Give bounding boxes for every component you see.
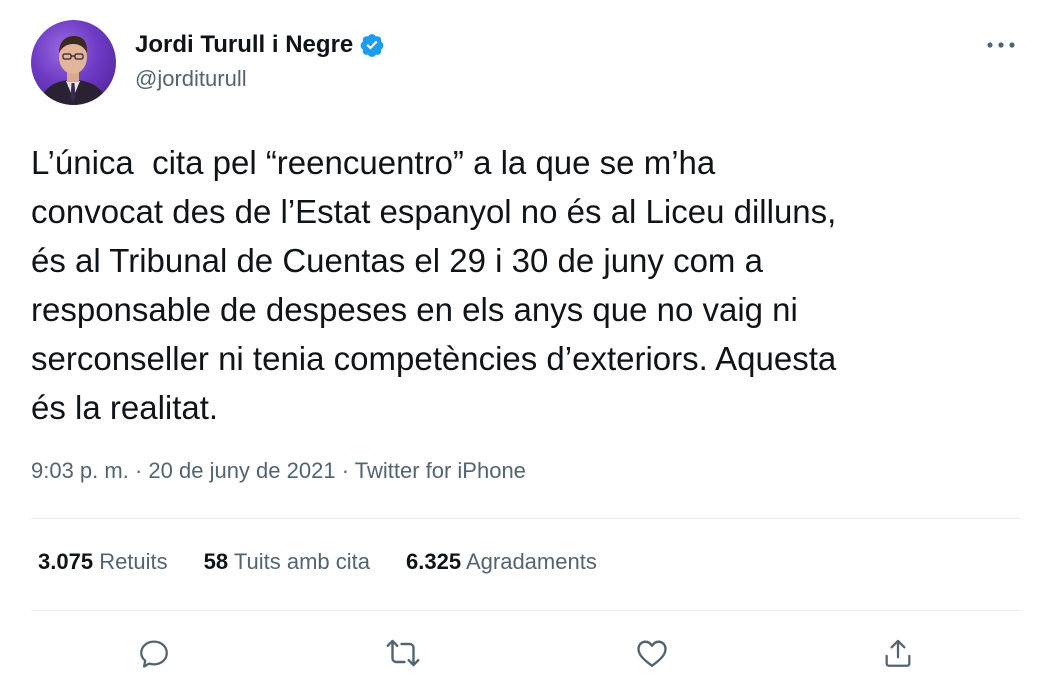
tweet-source[interactable]: Twitter for iPhone xyxy=(355,458,526,483)
share-icon[interactable] xyxy=(873,628,923,678)
tweet-header: Jordi Turull i Negre @jorditurull xyxy=(31,20,1021,106)
tweet-actions xyxy=(31,628,1021,678)
meta-separator: · xyxy=(335,458,355,483)
retweets-stat[interactable]: 3.075 Retuits xyxy=(38,549,168,575)
author-handle[interactable]: @jorditurull xyxy=(135,66,385,92)
display-name-row: Jordi Turull i Negre xyxy=(135,28,385,62)
likes-label: Agradaments xyxy=(465,549,597,574)
tweet-stats: 3.075 Retuits 58 Tuits amb cita 6.325 Ag… xyxy=(38,549,633,575)
likes-stat[interactable]: 6.325 Agradaments xyxy=(406,549,597,575)
meta-separator: · xyxy=(128,458,149,483)
divider xyxy=(31,518,1021,519)
avatar-portrait xyxy=(39,36,109,105)
quotes-count: 58 xyxy=(203,549,229,574)
retweets-count: 3.075 xyxy=(38,549,94,574)
likes-count: 6.325 xyxy=(406,549,462,574)
tweet-meta: 9:03 p. m. · 20 de juny de 2021 · Twitte… xyxy=(31,458,526,484)
like-icon[interactable] xyxy=(627,628,677,678)
retweet-icon[interactable] xyxy=(378,628,428,678)
quotes-stat[interactable]: 58 Tuits amb cita xyxy=(204,549,370,575)
divider xyxy=(31,610,1021,611)
avatar[interactable] xyxy=(31,20,116,105)
display-name[interactable]: Jordi Turull i Negre xyxy=(135,31,353,59)
quotes-label: Tuits amb cita xyxy=(233,549,370,574)
reply-icon[interactable] xyxy=(129,628,179,678)
tweet-card: Jordi Turull i Negre @jorditurull L’únic… xyxy=(0,0,1052,691)
retweets-label: Retuits xyxy=(99,549,168,574)
verified-badge-icon xyxy=(359,32,385,58)
tweet-text: L’única cita pel “reencuentro” a la que … xyxy=(31,144,837,426)
more-icon[interactable] xyxy=(981,30,1021,60)
author-names: Jordi Turull i Negre @jorditurull xyxy=(135,28,385,92)
tweet-time[interactable]: 9:03 p. m. xyxy=(31,458,129,483)
tweet-date[interactable]: 20 de juny de 2021 xyxy=(148,458,335,483)
